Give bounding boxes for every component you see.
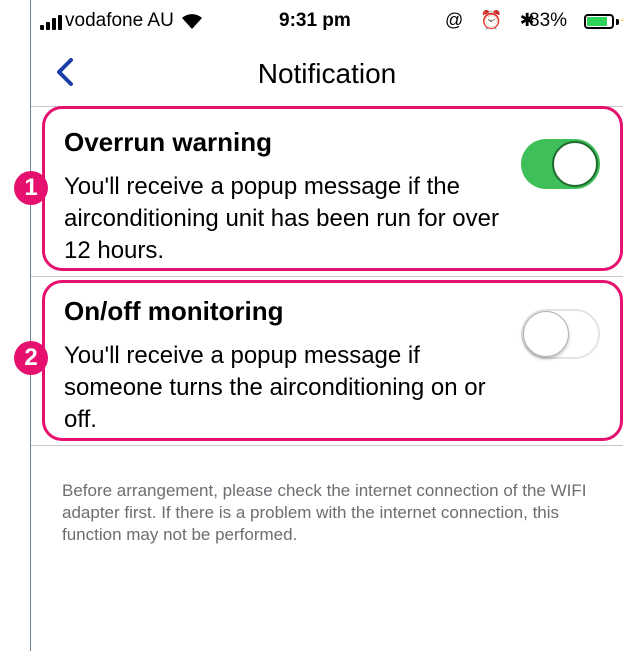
annotation-badge-1: 1 — [14, 171, 48, 205]
page-title: Notification — [257, 58, 397, 89]
annotation-badge-2: 2 — [14, 341, 48, 375]
clock: 9:31 pm — [279, 10, 351, 31]
battery-percent: 83% — [529, 10, 568, 31]
annotation-callout-2 — [42, 280, 623, 441]
battery-icon — [584, 14, 614, 29]
battery-level — [587, 17, 607, 26]
wifi-icon — [182, 14, 202, 29]
phone-screen: vodafone AU 9:31 pm @ ⏰ ✱ 83% ⚡ Notifica… — [31, 0, 623, 651]
signal-strength-icon — [40, 14, 64, 30]
annotation-callout-1 — [42, 106, 623, 271]
status-icons: @ ⏰ ✱ — [445, 10, 541, 30]
status-bar: vodafone AU 9:31 pm @ ⏰ ✱ 83% ⚡ — [31, 0, 623, 40]
carrier-name: vodafone AU — [65, 10, 174, 31]
footer-note: Before arrangement, please check the int… — [62, 481, 587, 544]
charging-icon: ⚡ — [618, 10, 623, 30]
navigation-bar: Notification — [31, 40, 623, 107]
